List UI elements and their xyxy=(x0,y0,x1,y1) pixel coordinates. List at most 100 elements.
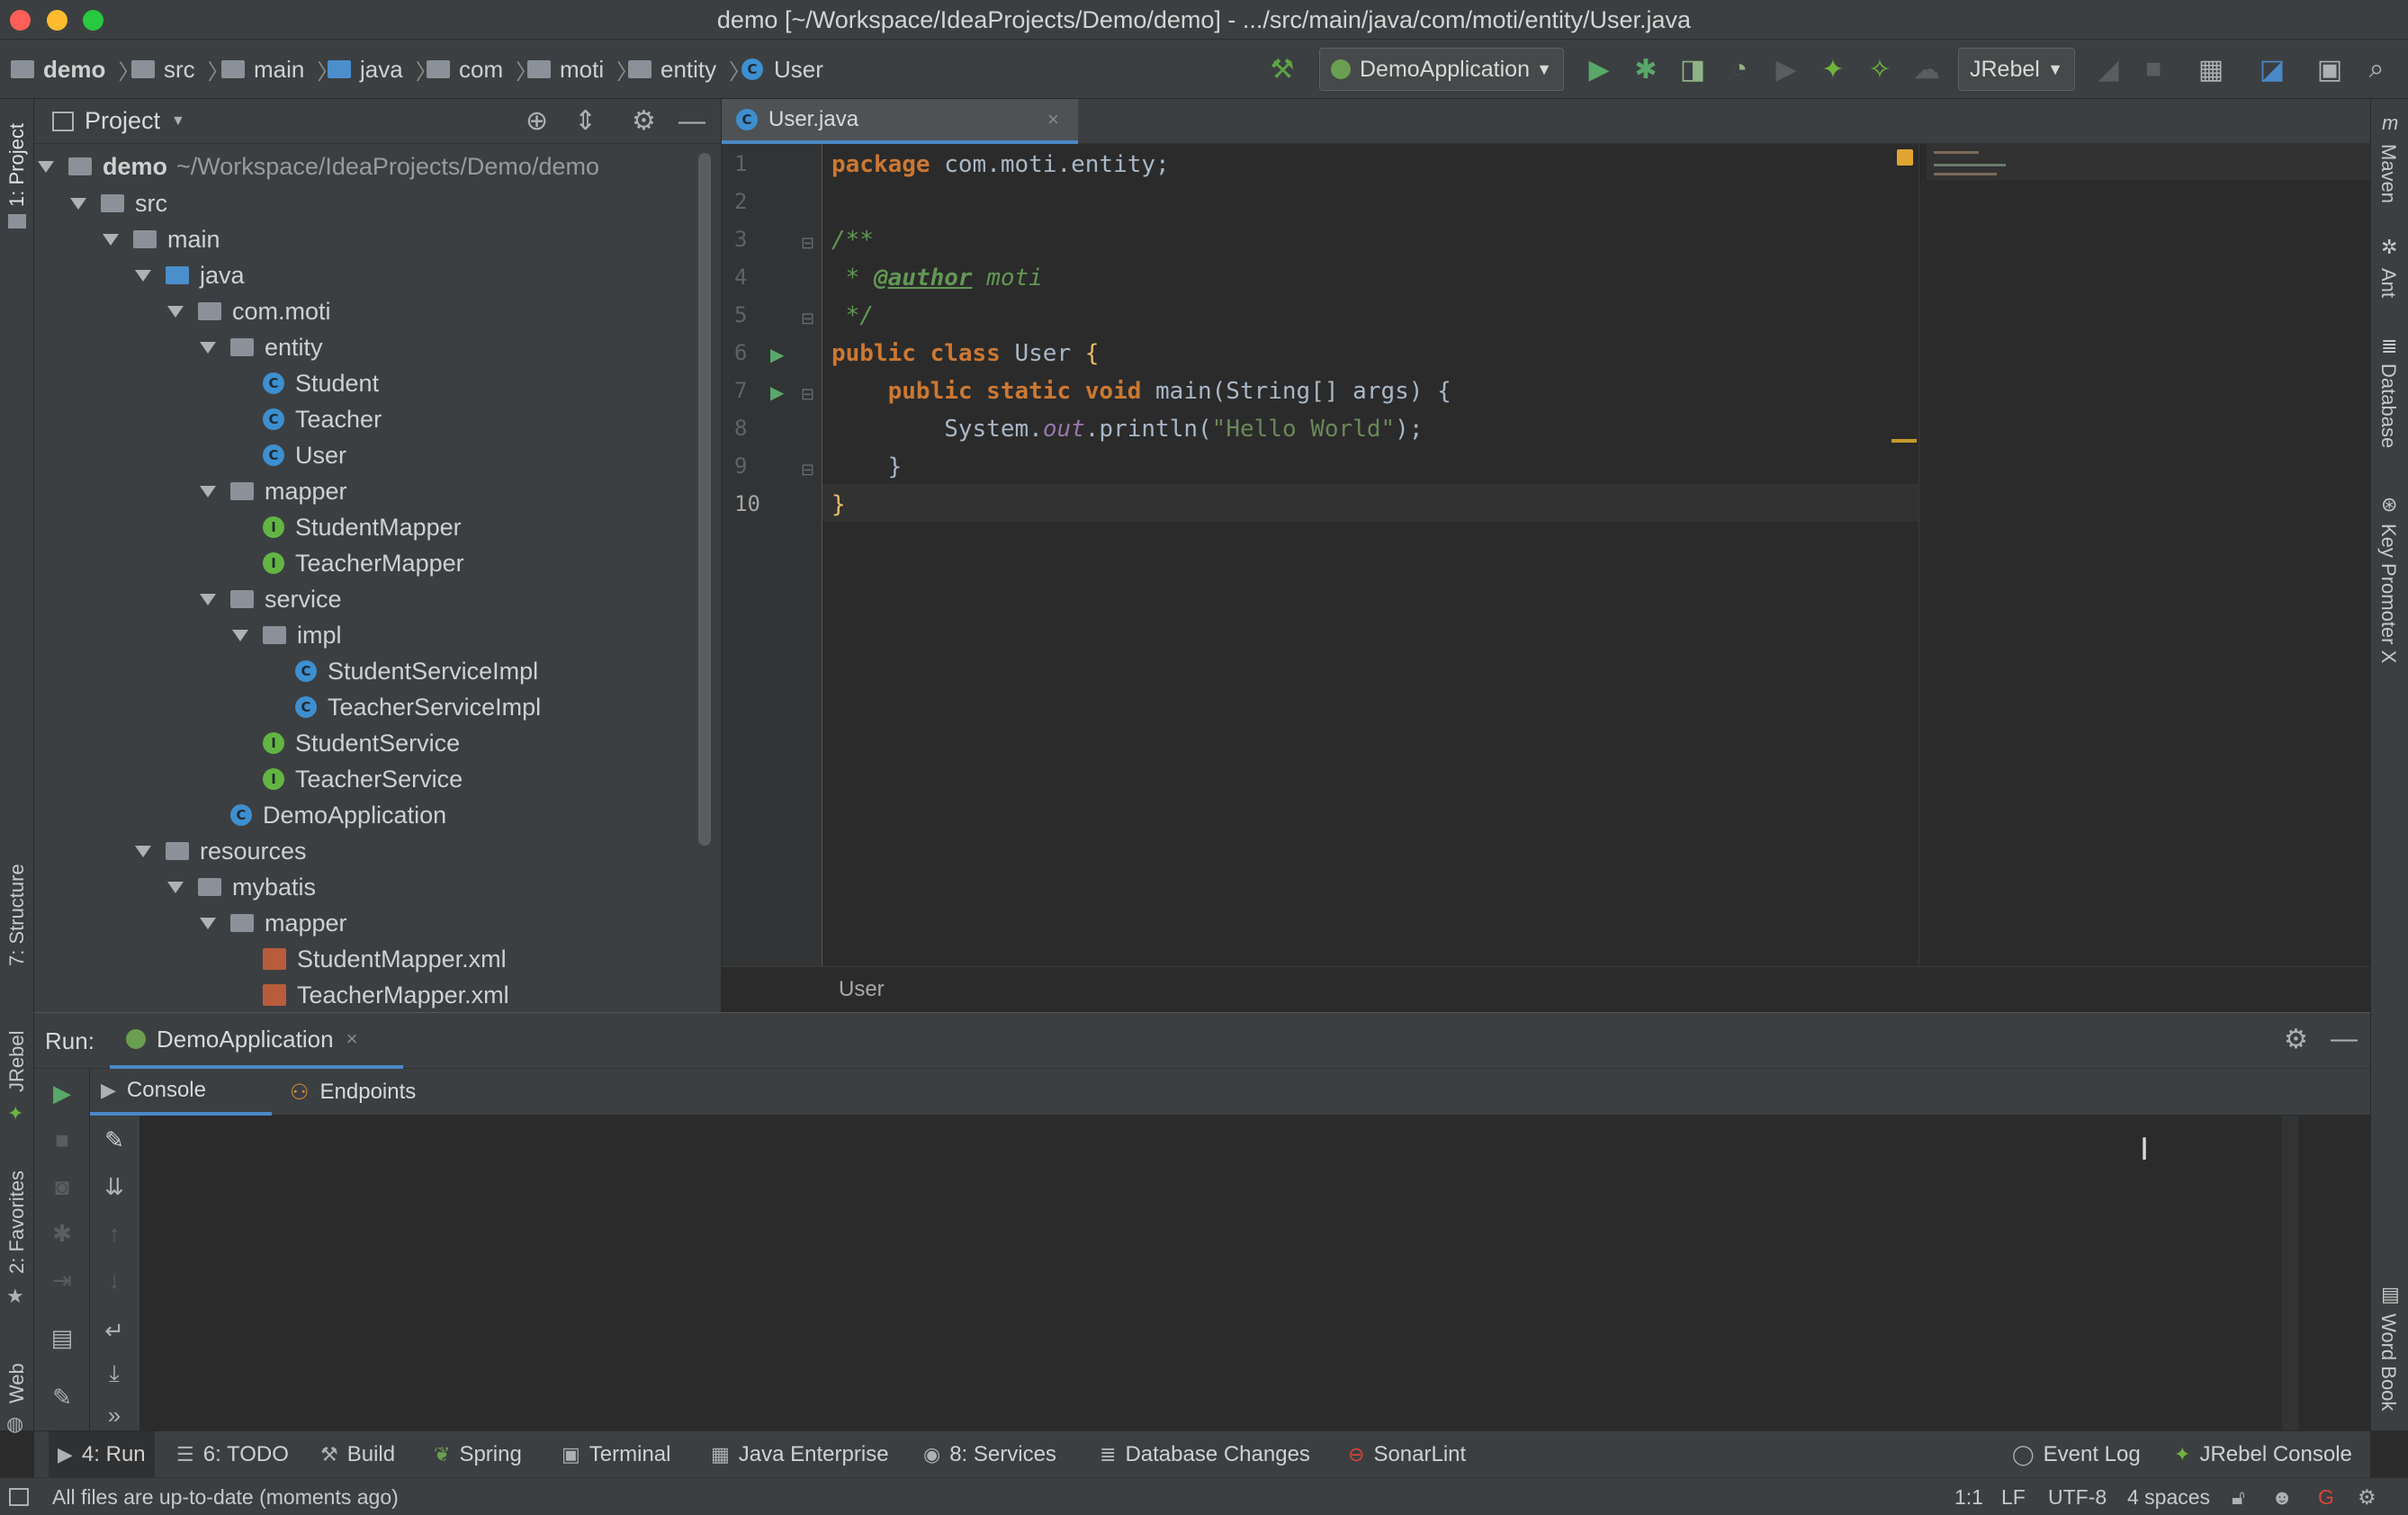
code-line-4[interactable]: * @author moti xyxy=(831,259,1043,297)
breadcrumb-demo[interactable]: demo 〉 xyxy=(11,40,139,99)
expand-arrow-icon[interactable] xyxy=(135,269,151,282)
tree-item-class[interactable]: C DemoApplication xyxy=(200,797,446,833)
tree-item-folder[interactable]: mapper xyxy=(200,905,347,941)
camera-icon[interactable]: ◙ xyxy=(47,1171,77,1202)
hide-icon[interactable]: — xyxy=(2331,1024,2358,1054)
tool-sonarlint[interactable]: ⊖ SonarLint xyxy=(1348,1431,1466,1478)
tool-window-web[interactable]: Web xyxy=(5,1363,29,1403)
tool-window-favorites[interactable]: 2: Favorites xyxy=(5,1170,29,1274)
notifications-icon[interactable]: ⚙ xyxy=(2358,1478,2377,1515)
jrebel-debug-icon[interactable]: ✧ xyxy=(1864,54,1895,85)
tree-item-folder[interactable]: service xyxy=(200,581,342,617)
code-minimap[interactable] xyxy=(1918,144,2371,966)
code-line-6[interactable]: public class User { xyxy=(831,335,1099,372)
coverage-icon[interactable]: ◨ xyxy=(1677,54,1708,85)
exit-icon[interactable]: ⇥ xyxy=(47,1265,77,1295)
tree-item-interface[interactable]: I TeacherService xyxy=(232,761,463,797)
jrebel-run-icon[interactable]: ✦ xyxy=(1818,54,1848,85)
inspection-warning-icon[interactable] xyxy=(1897,149,1913,166)
expand-arrow-icon[interactable] xyxy=(200,341,216,354)
expand-arrow-icon[interactable] xyxy=(200,485,216,498)
tool-services[interactable]: ◉ 8: Services xyxy=(923,1431,1056,1478)
tool-jrebel-console[interactable]: ✦ JRebel Console xyxy=(2174,1431,2352,1478)
tree-item-folder[interactable]: mapper xyxy=(200,473,347,509)
tool-window-project[interactable]: 1: Project xyxy=(5,123,29,207)
tool-build[interactable]: ⚒ Build xyxy=(320,1431,395,1478)
sort-icon[interactable]: ⇊ xyxy=(99,1171,130,1202)
indent-setting[interactable]: 4 spaces xyxy=(2127,1478,2210,1515)
tool-window-key-promoter[interactable]: Key Promoter X xyxy=(2377,524,2400,663)
tool-run[interactable]: ▶ 4: Run xyxy=(49,1431,155,1478)
tree-item-folder[interactable]: resources xyxy=(135,833,307,869)
more-icon[interactable]: » xyxy=(99,1400,130,1430)
tree-item-folder[interactable]: java xyxy=(135,257,245,293)
run-config-tab[interactable]: DemoApplication × xyxy=(110,1013,403,1069)
tree-item-class[interactable]: C Student xyxy=(232,365,379,401)
tree-item-class[interactable]: C User xyxy=(232,437,346,473)
lock-icon[interactable]: 🔓︎ xyxy=(2232,1478,2245,1515)
expand-arrow-icon[interactable] xyxy=(167,305,184,318)
stop-icon[interactable]: ■ xyxy=(2138,54,2169,85)
build-disabled-icon[interactable]: ◢ xyxy=(2093,54,2124,85)
close-tab-icon[interactable]: × xyxy=(346,1027,358,1051)
tree-item-xml[interactable]: StudentMapper.xml xyxy=(232,941,507,977)
tool-window-ant[interactable]: Ant xyxy=(2377,268,2400,298)
expand-arrow-icon[interactable] xyxy=(232,629,248,641)
tree-item-folder[interactable]: entity xyxy=(200,329,323,365)
terminal-window-icon[interactable]: ▣ xyxy=(2314,54,2345,85)
layout-icon[interactable]: ▤ xyxy=(47,1322,77,1353)
project-panel-title[interactable]: Project xyxy=(85,107,160,135)
tool-spring[interactable]: ❦ Spring xyxy=(434,1431,522,1478)
tree-item-class[interactable]: C TeacherServiceImpl xyxy=(265,689,541,725)
tree-item-folder[interactable]: src xyxy=(70,185,167,221)
tool-window-maven[interactable]: Maven xyxy=(2377,144,2400,203)
translate-icon[interactable]: ◪ xyxy=(2257,54,2287,85)
debug-icon[interactable]: ✱ xyxy=(47,1218,77,1249)
show-tool-windows-icon[interactable] xyxy=(9,1478,29,1515)
collapse-all-icon[interactable]: ⇕ xyxy=(574,105,597,137)
soft-wrap-icon[interactable]: ↵ xyxy=(99,1315,130,1346)
tree-item-folder[interactable]: main xyxy=(103,221,220,257)
inspector-icon[interactable]: ☻ xyxy=(2271,1478,2293,1515)
expand-arrow-icon[interactable] xyxy=(103,233,119,246)
clear-console-icon[interactable]: ✎ xyxy=(99,1125,130,1155)
profiler-icon[interactable]: ◔ xyxy=(1724,54,1755,85)
tool-java-enterprise[interactable]: ▦ Java Enterprise xyxy=(711,1431,889,1478)
fold-icon[interactable]: ⊟ xyxy=(801,234,814,253)
tree-item-class[interactable]: C StudentServiceImpl xyxy=(265,653,538,689)
hammer-icon[interactable]: ⚒ xyxy=(1267,54,1298,85)
run-gutter-icon[interactable]: ▶ xyxy=(770,344,784,366)
gear-icon[interactable]: ⚙ xyxy=(632,105,656,137)
fold-icon[interactable]: ⊟ xyxy=(801,309,814,328)
tool-window-jrebel[interactable]: JRebel xyxy=(5,1031,29,1092)
cursor-position[interactable]: 1:1 xyxy=(1954,1478,1983,1515)
expand-arrow-icon[interactable] xyxy=(167,881,184,893)
jrebel-disabled-icon[interactable]: ☁ xyxy=(1911,54,1942,85)
line-separator[interactable]: LF xyxy=(2001,1478,2026,1515)
code-line-8[interactable]: System.out.println("Hello World"); xyxy=(831,410,1423,448)
debug-icon[interactable]: ✱ xyxy=(1631,54,1661,85)
run-config-dropdown[interactable]: DemoApplication ▼ xyxy=(1319,48,1564,91)
tab-user-java[interactable]: C User.java × xyxy=(722,99,1078,144)
stop-icon[interactable]: ■ xyxy=(47,1125,77,1155)
project-scrollbar[interactable] xyxy=(698,153,711,846)
jrebel-dropdown[interactable]: JRebel ▼ xyxy=(1958,48,2075,91)
tree-item-folder[interactable]: mybatis xyxy=(167,869,316,905)
project-structure-icon[interactable]: ▦ xyxy=(2196,54,2226,85)
search-icon[interactable]: ⌕ xyxy=(2361,54,2392,85)
rerun-icon[interactable]: ▶ xyxy=(47,1078,77,1108)
breadcrumb-java[interactable]: java〉 xyxy=(328,40,437,99)
tree-root-demo[interactable]: demo ~/Workspace/IdeaProjects/Demo/demo xyxy=(38,148,599,184)
run-disabled-icon[interactable]: ▶ xyxy=(1771,54,1802,85)
tool-terminal[interactable]: ▣ Terminal xyxy=(562,1431,671,1478)
run-icon[interactable]: ▶ xyxy=(1584,54,1614,85)
code-line-1[interactable]: package com.moti.entity; xyxy=(831,146,1170,184)
editor-breadcrumb[interactable]: User xyxy=(722,966,2370,1012)
chevron-down-icon[interactable]: ▼ xyxy=(171,113,185,130)
breadcrumb-com[interactable]: com〉 xyxy=(427,40,537,99)
tree-item-folder[interactable]: impl xyxy=(232,617,342,653)
expand-arrow-icon[interactable] xyxy=(200,593,216,605)
breadcrumb-moti[interactable]: moti〉 xyxy=(527,40,638,99)
breadcrumb-src[interactable]: src 〉 xyxy=(131,40,229,99)
fold-icon[interactable]: ⊟ xyxy=(801,461,814,480)
